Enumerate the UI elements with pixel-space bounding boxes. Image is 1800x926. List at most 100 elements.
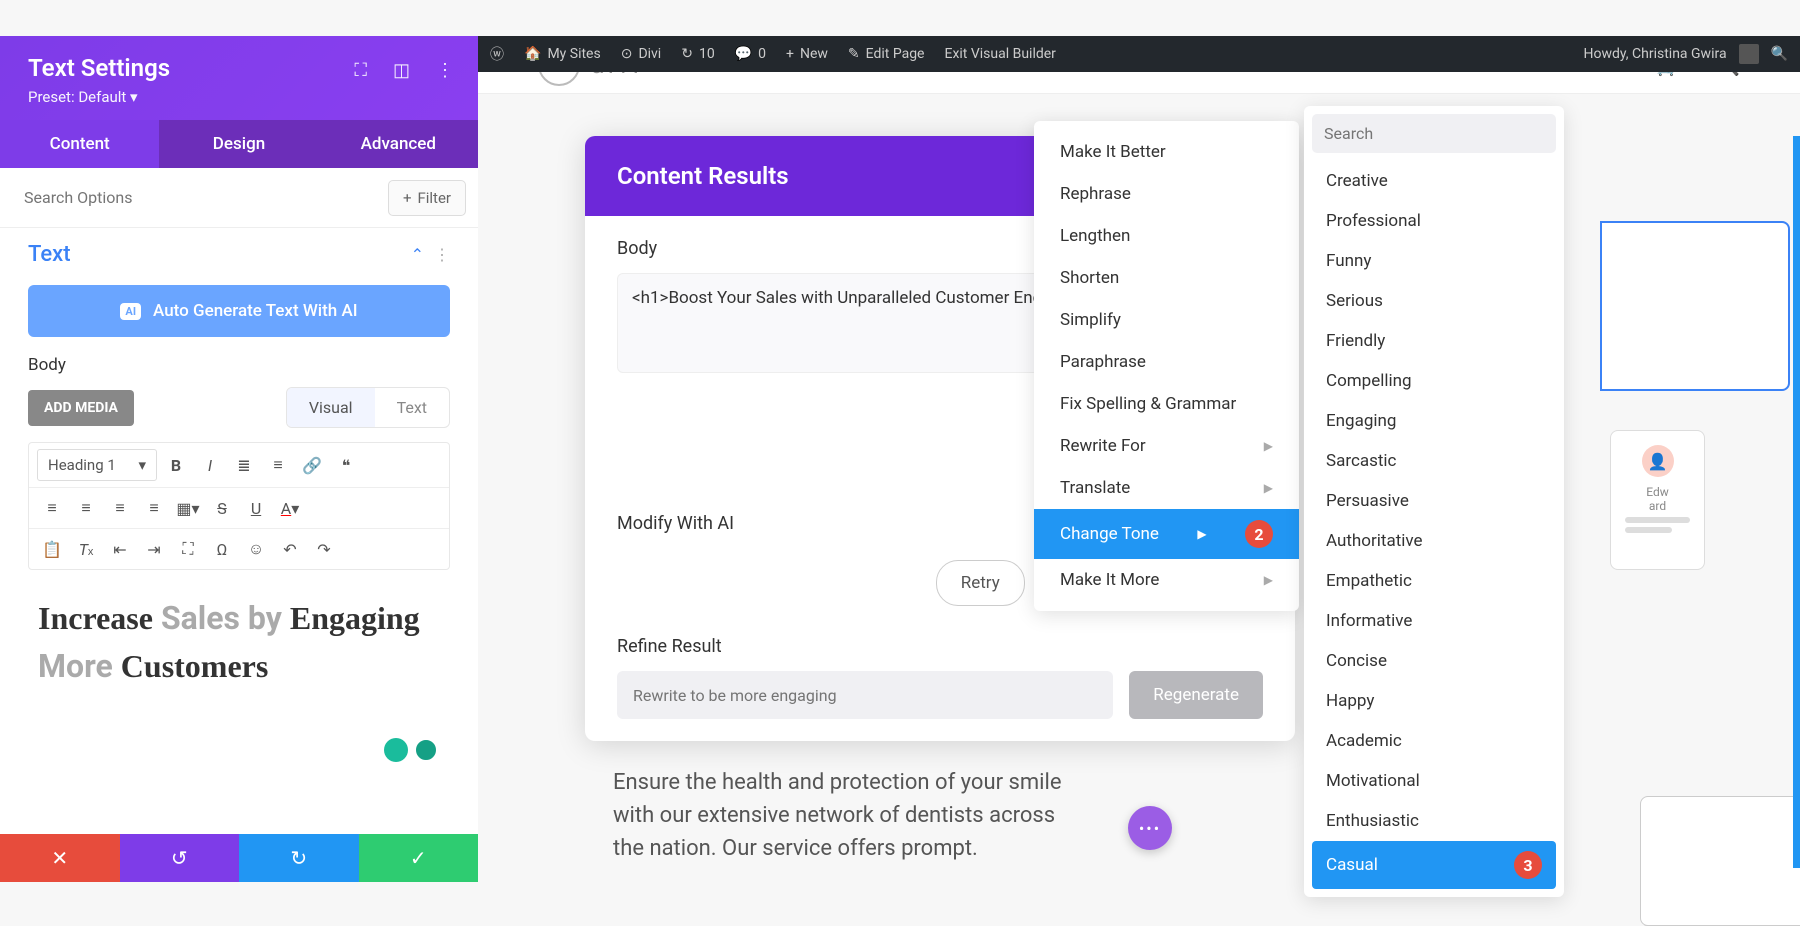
- clear-format-button[interactable]: Tₓ: [71, 535, 101, 563]
- placeholder-bar: [1625, 517, 1690, 523]
- undo-button[interactable]: ↶: [275, 535, 305, 563]
- underline-button[interactable]: U: [241, 494, 271, 522]
- tone-option-friendly[interactable]: Friendly: [1312, 321, 1556, 361]
- tone-option-funny[interactable]: Funny: [1312, 241, 1556, 281]
- tone-search-input[interactable]: [1312, 114, 1556, 153]
- align-center-button[interactable]: ≡: [71, 494, 101, 522]
- tone-option-academic[interactable]: Academic: [1312, 721, 1556, 761]
- bullet-list-button[interactable]: ≣: [229, 451, 259, 479]
- tone-option-sarcastic[interactable]: Sarcastic: [1312, 441, 1556, 481]
- grammarly-icon[interactable]: [384, 738, 408, 762]
- table-button[interactable]: ▦▾: [173, 494, 203, 522]
- tone-option-happy[interactable]: Happy: [1312, 681, 1556, 721]
- indent-button[interactable]: ⇥: [139, 535, 169, 563]
- tone-option-informative[interactable]: Informative: [1312, 601, 1556, 641]
- italic-button[interactable]: I: [195, 451, 225, 479]
- paste-button[interactable]: 📋: [37, 535, 67, 563]
- link-button[interactable]: 🔗: [297, 451, 327, 479]
- improve-menu-rephrase[interactable]: Rephrase: [1034, 173, 1299, 215]
- my-sites-link[interactable]: 🏠 My Sites: [524, 46, 601, 62]
- outdent-button[interactable]: ⇤: [105, 535, 135, 563]
- editor-content[interactable]: Increase Sales by Engaging More Customer…: [28, 570, 450, 714]
- quote-button[interactable]: ❝: [331, 451, 361, 479]
- tone-option-empathetic[interactable]: Empathetic: [1312, 561, 1556, 601]
- tone-option-compelling[interactable]: Compelling: [1312, 361, 1556, 401]
- tone-option-creative[interactable]: Creative: [1312, 161, 1556, 201]
- tone-option-casual[interactable]: Casual3: [1312, 841, 1556, 889]
- retry-button[interactable]: Retry: [936, 560, 1025, 606]
- comments-link[interactable]: 💬 0: [735, 46, 766, 62]
- refine-input[interactable]: [617, 671, 1113, 719]
- chevron-right-icon: ▶: [1197, 527, 1206, 541]
- exit-builder-link[interactable]: Exit Visual Builder: [944, 46, 1055, 62]
- tone-option-enthusiastic[interactable]: Enthusiastic: [1312, 801, 1556, 841]
- visual-tab[interactable]: Visual: [287, 388, 375, 427]
- tone-option-engaging[interactable]: Engaging: [1312, 401, 1556, 441]
- redo-changes-button[interactable]: ↻: [239, 834, 359, 882]
- admin-search-icon[interactable]: 🔍: [1771, 46, 1788, 62]
- tone-option-authoritative[interactable]: Authoritative: [1312, 521, 1556, 561]
- heading-select[interactable]: Heading 1▾: [37, 449, 157, 481]
- strike-button[interactable]: S: [207, 494, 237, 522]
- improve-menu-fix-spelling-grammar[interactable]: Fix Spelling & Grammar: [1034, 383, 1299, 425]
- special-char-button[interactable]: Ω: [207, 535, 237, 563]
- preset-selector[interactable]: Preset: Default ▾: [28, 88, 450, 106]
- expand-icon[interactable]: ◫: [393, 60, 410, 81]
- more-icon[interactable]: ⋮: [436, 60, 454, 81]
- add-media-button[interactable]: ADD MEDIA: [28, 390, 134, 426]
- tab-design[interactable]: Design: [159, 120, 318, 168]
- howdy-user[interactable]: Howdy, Christina Gwira: [1584, 46, 1727, 62]
- tone-option-motivational[interactable]: Motivational: [1312, 761, 1556, 801]
- fab-more-button[interactable]: •••: [1128, 806, 1172, 850]
- edit-page-link[interactable]: ✎ Edit Page: [848, 46, 925, 62]
- emoji-button[interactable]: ☺: [241, 535, 271, 563]
- save-button[interactable]: ✓: [359, 834, 479, 882]
- updates-link[interactable]: ↻ 10: [681, 46, 714, 62]
- tone-option-serious[interactable]: Serious: [1312, 281, 1556, 321]
- improve-menu-make-it-more[interactable]: Make It More▶: [1034, 559, 1299, 601]
- improve-menu-simplify[interactable]: Simplify: [1034, 299, 1299, 341]
- improve-menu-lengthen[interactable]: Lengthen: [1034, 215, 1299, 257]
- grammarly-status-icon[interactable]: [414, 738, 438, 762]
- undo-changes-button[interactable]: ↺: [120, 834, 240, 882]
- improve-menu-change-tone[interactable]: Change Tone▶2: [1034, 509, 1299, 559]
- tab-advanced[interactable]: Advanced: [319, 120, 478, 168]
- improve-menu-translate[interactable]: Translate▶: [1034, 467, 1299, 509]
- improve-menu-make-it-better[interactable]: Make It Better: [1034, 131, 1299, 173]
- site-divi-link[interactable]: ⊙ Divi: [621, 46, 662, 62]
- redo-button[interactable]: ↷: [309, 535, 339, 563]
- text-color-button[interactable]: A▾: [275, 494, 305, 522]
- testimonial-card[interactable]: 👤 Edward: [1610, 430, 1705, 570]
- tab-content[interactable]: Content: [0, 120, 159, 168]
- new-link[interactable]: + New: [786, 46, 828, 62]
- search-options-input[interactable]: [12, 178, 388, 217]
- bold-button[interactable]: B: [161, 451, 191, 479]
- cancel-button[interactable]: ✕: [0, 834, 120, 882]
- section-options-icon[interactable]: ⋮: [434, 245, 450, 264]
- align-justify-button[interactable]: ≡: [139, 494, 169, 522]
- fullscreen-button[interactable]: ⛶: [173, 535, 203, 563]
- text-tab[interactable]: Text: [375, 388, 449, 427]
- builder-outline-box[interactable]: [1600, 221, 1790, 391]
- person-avatar-icon: 👤: [1642, 445, 1674, 477]
- section-text-title[interactable]: Text: [28, 242, 71, 267]
- improve-menu-shorten[interactable]: Shorten: [1034, 257, 1299, 299]
- tone-option-concise[interactable]: Concise: [1312, 641, 1556, 681]
- improve-menu-rewrite-for[interactable]: Rewrite For▶: [1034, 425, 1299, 467]
- filter-button[interactable]: +Filter: [388, 180, 466, 216]
- builder-outline-box[interactable]: [1640, 796, 1800, 926]
- user-avatar[interactable]: [1739, 44, 1759, 64]
- chevron-up-icon[interactable]: ⌃: [411, 245, 424, 264]
- auto-generate-button[interactable]: AI Auto Generate Text With AI: [28, 285, 450, 337]
- wp-logo-icon[interactable]: ⓦ: [490, 44, 504, 64]
- regenerate-button[interactable]: Regenerate: [1129, 671, 1263, 719]
- focus-icon[interactable]: ⛶: [354, 60, 367, 81]
- background-page-text: Ensure the health and protection of your…: [613, 766, 1062, 865]
- tone-option-persuasive[interactable]: Persuasive: [1312, 481, 1556, 521]
- tone-option-professional[interactable]: Professional: [1312, 201, 1556, 241]
- align-right-button[interactable]: ≡: [105, 494, 135, 522]
- align-left-button[interactable]: ≡: [37, 494, 67, 522]
- placeholder-bar: [1625, 527, 1672, 533]
- number-list-button[interactable]: ≡: [263, 451, 293, 479]
- improve-menu-paraphrase[interactable]: Paraphrase: [1034, 341, 1299, 383]
